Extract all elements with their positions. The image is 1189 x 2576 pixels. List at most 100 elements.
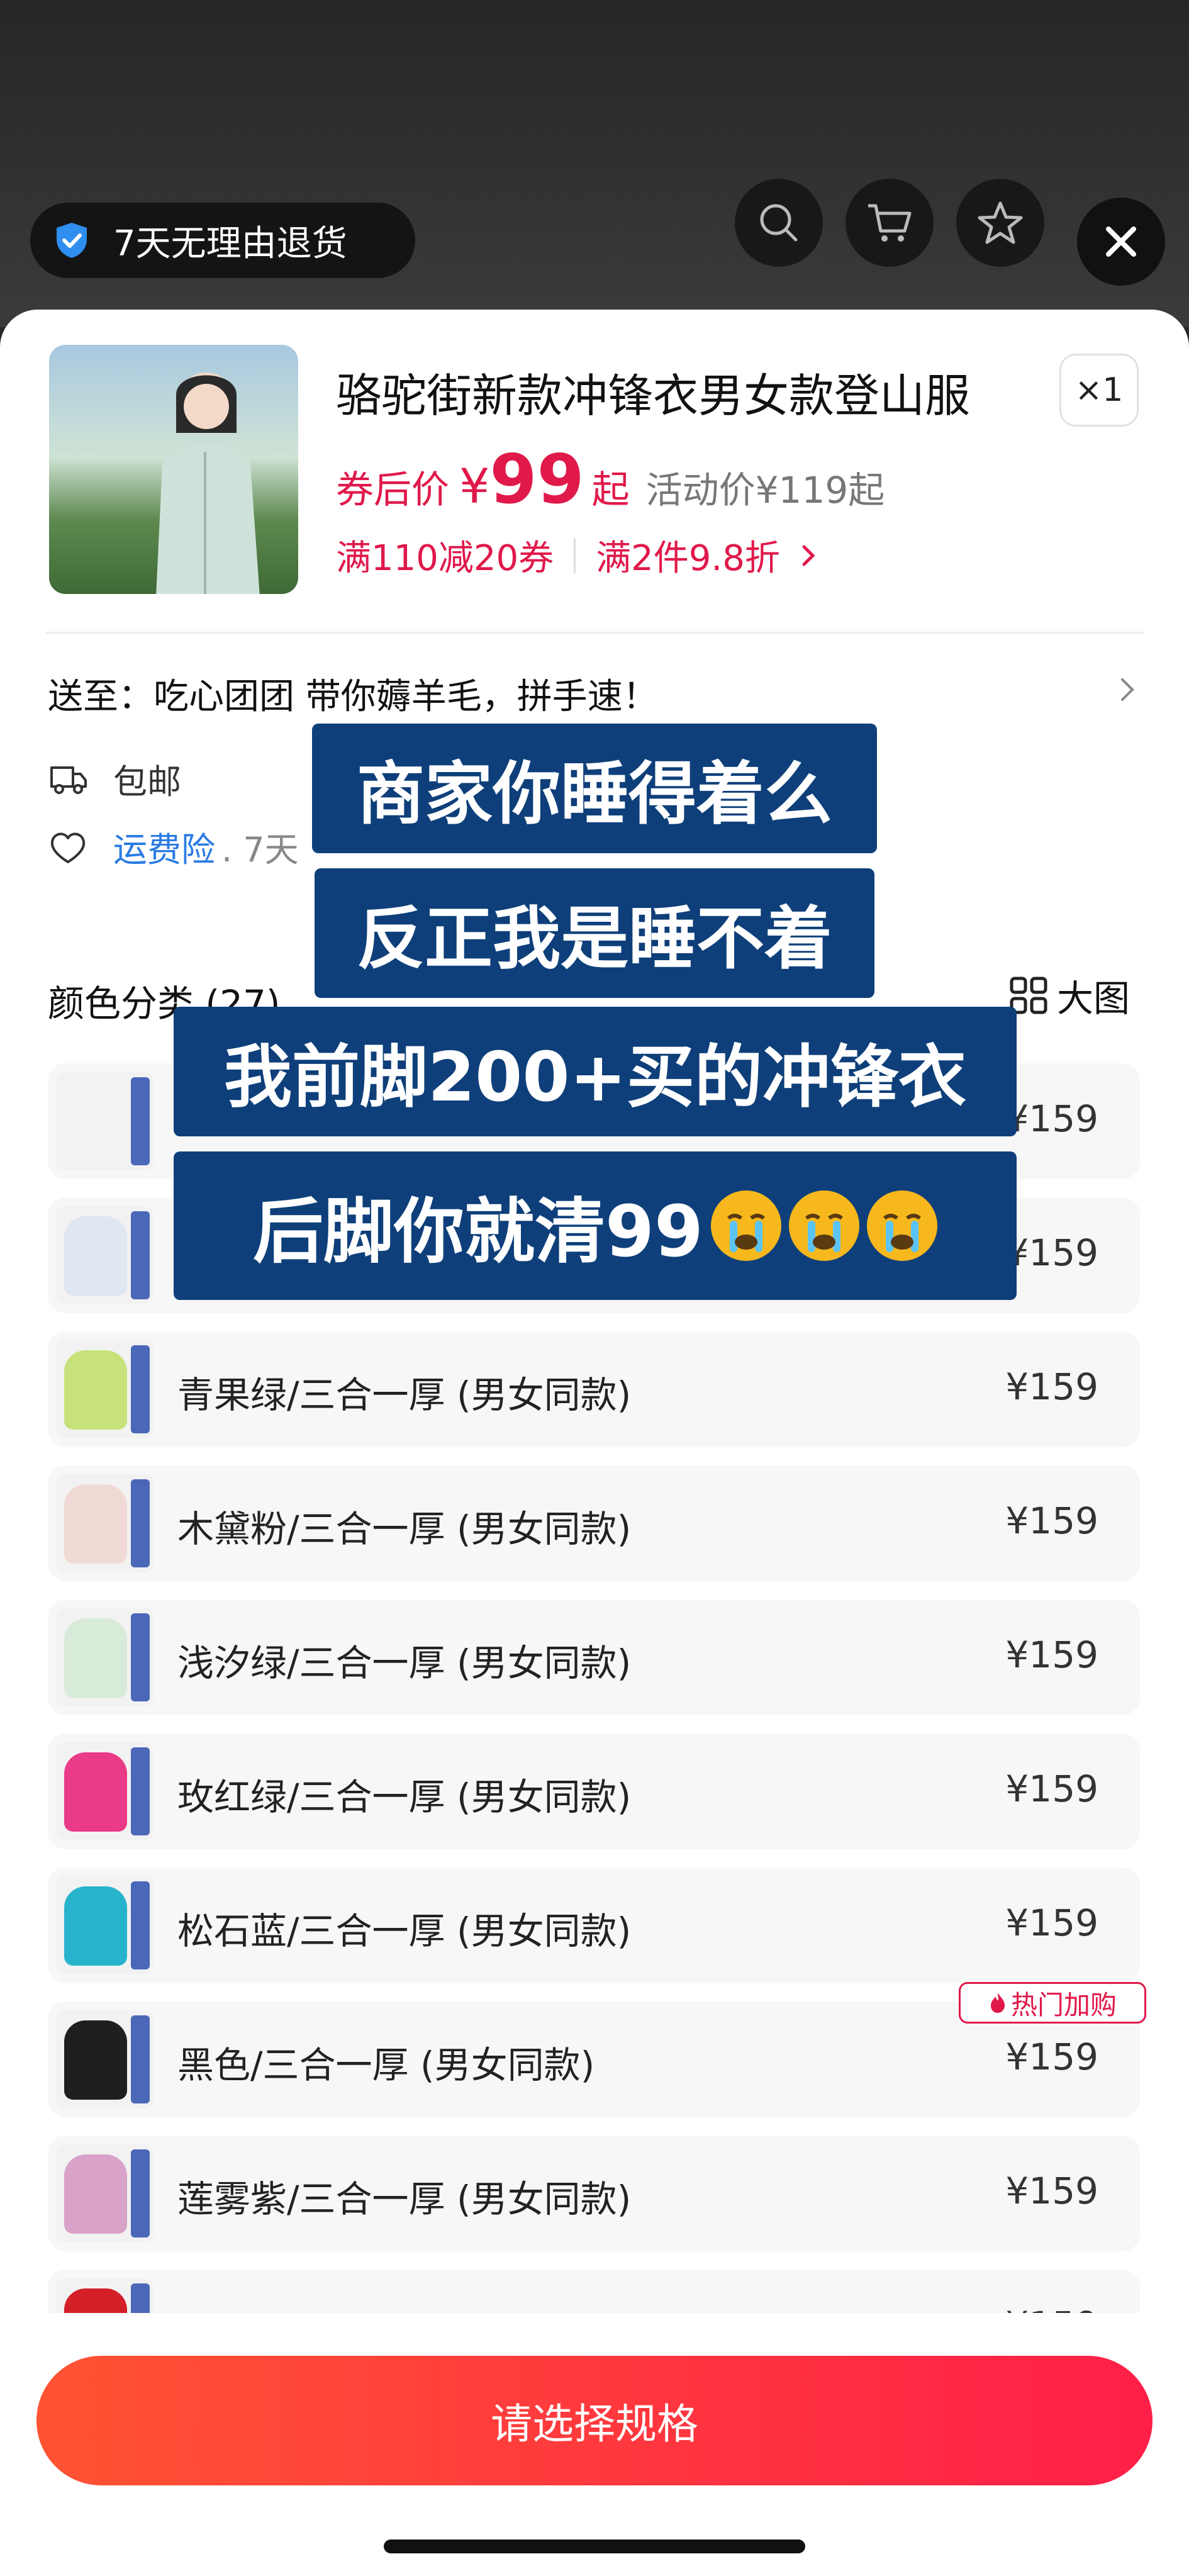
color-option-price: ¥159	[1005, 1365, 1098, 1408]
view-large-label: 大图	[1057, 977, 1130, 1020]
label-strip	[131, 1613, 150, 1701]
deliver-to-text[interactable]: 送至：吃心团团 带你薅羊毛，拼手速！	[48, 668, 658, 719]
crying-emoji-icon	[710, 1190, 781, 1261]
price-label: 券后价	[336, 468, 449, 512]
label-strip	[131, 1345, 150, 1433]
quantity-badge[interactable]: ×1	[1059, 354, 1139, 427]
activity-price: 活动价¥119起	[645, 469, 885, 512]
insurance-row[interactable]: 运费险 . 7天	[48, 822, 299, 871]
color-thumbnail	[55, 2144, 154, 2243]
home-indicator	[384, 2540, 805, 2553]
color-option-label: 玫红绿/三合一厚 (男女同款)	[177, 1776, 632, 1818]
return-policy-badge[interactable]: 7天无理由退货	[30, 203, 415, 278]
color-thumbnail	[55, 1608, 154, 1706]
star-icon	[978, 201, 1023, 244]
label-strip	[131, 1211, 150, 1299]
cart-icon	[868, 204, 912, 242]
color-option-row[interactable]: 玫红绿/三合一厚 (男女同款) ¥159	[48, 1733, 1140, 1849]
hot-badge-text: 热门加购	[1010, 1989, 1117, 2020]
crying-emoji-icon	[866, 1190, 937, 1261]
caption-line-1: 商家你睡得着么	[312, 724, 877, 853]
color-option-price: ¥159	[1005, 1767, 1098, 1810]
jacket-swatch	[64, 1752, 127, 1832]
view-large-button[interactable]: 大图	[1009, 969, 1130, 1022]
color-thumbnail	[55, 1742, 154, 1840]
jacket-swatch	[64, 1618, 127, 1698]
chevron-right-icon	[802, 545, 815, 566]
jacket-swatch	[64, 1082, 127, 1162]
background-dim	[0, 0, 1189, 327]
shield-check-icon	[57, 223, 87, 258]
color-option-price: ¥159	[1005, 1231, 1098, 1274]
search-button[interactable]	[735, 179, 823, 267]
caption-line-2: 反正我是睡不着	[315, 868, 874, 998]
color-option-row[interactable]: 松石蓝/三合一厚 (男女同款) ¥159	[48, 1868, 1140, 1983]
label-strip	[131, 1747, 150, 1835]
color-option-row[interactable]: 木黛粉/三合一厚 (男女同款) ¥159	[48, 1465, 1140, 1581]
jacket-swatch	[64, 1886, 127, 1966]
section-divider	[45, 632, 1144, 634]
color-option-row[interactable]: 浅汐绿/三合一厚 (男女同款) ¥159	[48, 1599, 1140, 1715]
color-option-label: 浅汐绿/三合一厚 (男女同款)	[177, 1642, 632, 1684]
color-option-row[interactable]: 青果绿/三合一厚 (男女同款) ¥159	[48, 1331, 1140, 1447]
color-thumbnail	[55, 1474, 154, 1572]
caption-line-4: 后脚你就清99	[174, 1151, 1017, 1300]
color-thumbnail	[55, 1206, 154, 1304]
chevron-right-icon[interactable]	[1119, 677, 1137, 702]
favorite-button[interactable]	[956, 179, 1044, 267]
color-option-label: 松石蓝/三合一厚 (男女同款)	[177, 1910, 632, 1952]
promo-row[interactable]: 满110减20券 满2件9.8折	[336, 530, 822, 581]
cart-button[interactable]	[846, 179, 934, 267]
color-option-price: ¥159	[1005, 1901, 1098, 1944]
color-thumbnail	[55, 1340, 154, 1438]
search-icon	[760, 204, 798, 242]
price-suffix: 起	[591, 468, 630, 512]
caption-line-3: 我前脚200+买的冲锋衣	[174, 1007, 1017, 1136]
color-option-price: ¥159	[1005, 1499, 1098, 1542]
color-thumbnail	[55, 1876, 154, 1974]
divider	[574, 537, 576, 573]
jacket-swatch	[64, 1350, 127, 1430]
product-thumbnail[interactable]	[49, 345, 298, 594]
color-option-label: 青果绿/三合一厚 (男女同款)	[177, 1374, 632, 1416]
color-option-price: ¥159	[1005, 1097, 1098, 1140]
caption-line-4-text: 后脚你就清99	[253, 1191, 703, 1273]
color-thumbnail	[55, 2010, 154, 2108]
jacket-swatch	[64, 2154, 127, 2234]
price-value: 99	[489, 440, 584, 519]
label-strip	[131, 1479, 150, 1567]
label-strip	[131, 1881, 150, 1969]
currency-symbol: ¥	[459, 458, 490, 514]
price-row: 券后价 ¥ 99 起 活动价¥119起	[336, 440, 885, 519]
heart-shield-icon	[50, 832, 86, 863]
free-shipping-row: 包邮	[48, 754, 181, 804]
jacket-swatch	[64, 2020, 127, 2100]
insurance-detail: . 7天	[221, 830, 299, 870]
hot-badge: 热门加购	[959, 1982, 1146, 2024]
discount-text: 满2件9.8折	[596, 538, 780, 579]
label-strip	[131, 2015, 150, 2103]
select-spec-button[interactable]: 请选择规格	[36, 2356, 1153, 2485]
insurance-label: 运费险	[113, 830, 215, 870]
product-title: 骆驼街新款冲锋衣男女款登山服	[336, 369, 971, 422]
jacket-swatch	[64, 1484, 127, 1564]
flame-icon	[990, 1993, 1005, 2013]
label-strip	[131, 1077, 150, 1165]
model-figure	[156, 372, 260, 594]
label-strip	[131, 2149, 150, 2237]
truck-icon	[50, 766, 87, 794]
color-thumbnail	[55, 1072, 154, 1170]
color-option-row[interactable]: 莲雾紫/三合一厚 (男女同款) ¥159	[48, 2136, 1140, 2251]
close-icon	[1106, 227, 1136, 257]
coupon-text: 满110减20券	[336, 538, 554, 579]
jacket-swatch	[64, 1216, 127, 1296]
color-option-label: 木黛粉/三合一厚 (男女同款)	[177, 1508, 632, 1550]
return-policy-text: 7天无理由退货	[113, 223, 347, 264]
color-option-price: ¥159	[1005, 2036, 1098, 2078]
color-option-price: ¥159	[1005, 1633, 1098, 1676]
color-option-price: ¥159	[1005, 2170, 1098, 2212]
free-shipping-text: 包邮	[113, 762, 181, 802]
crying-emoji-icon	[788, 1190, 859, 1261]
close-button[interactable]	[1077, 198, 1165, 286]
color-option-label: 黑色/三合一厚 (男女同款)	[177, 2044, 595, 2086]
